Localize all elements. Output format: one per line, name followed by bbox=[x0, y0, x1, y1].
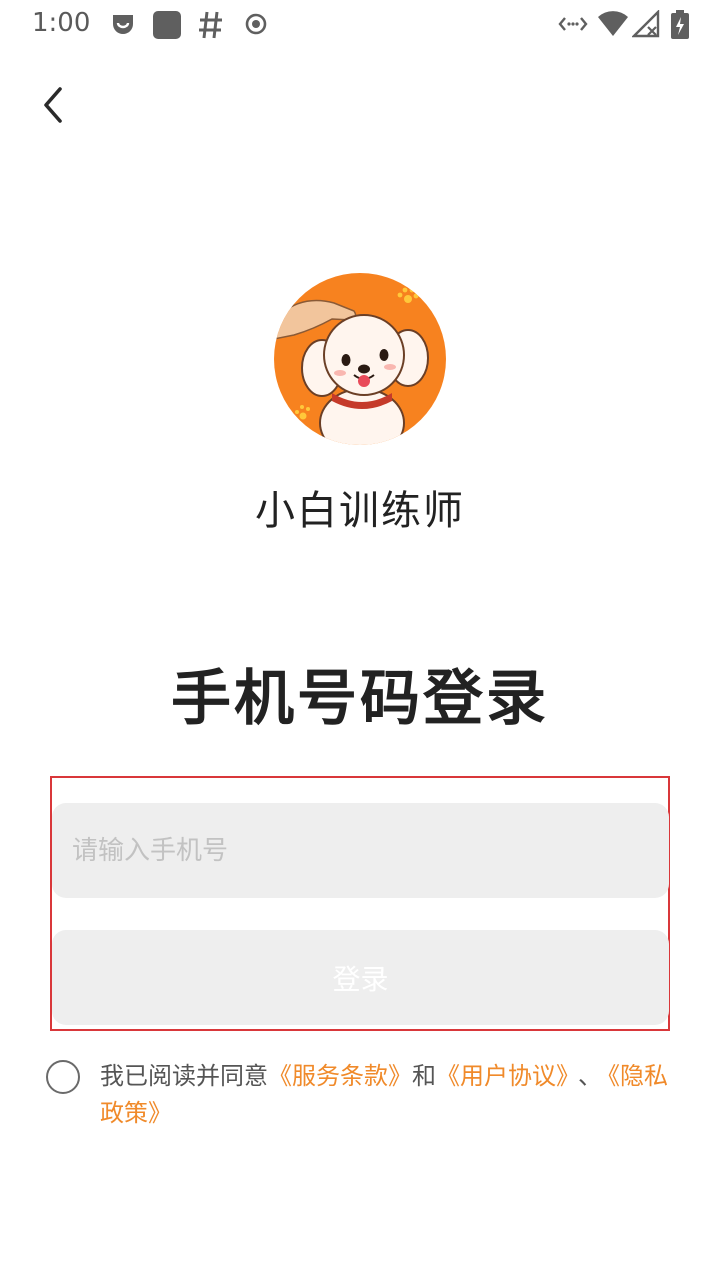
user-agreement-link[interactable]: 《用户协议》 bbox=[436, 1062, 568, 1090]
signal-icon bbox=[632, 10, 660, 38]
page-title: 手机号码登录 bbox=[171, 664, 549, 734]
wifi-icon bbox=[598, 11, 628, 36]
login-screen: 1:00 小白训练师 手机号码登录 请输入手机号 登录 我已阅读并同意《服务条款… bbox=[0, 0, 720, 1280]
data-sync-icon bbox=[558, 17, 588, 31]
battery-icon bbox=[671, 10, 689, 39]
agreement-separator: 、 bbox=[578, 1062, 602, 1090]
agreement-prefix: 我已阅读并同意 bbox=[100, 1062, 268, 1090]
status-time: 1:00 bbox=[32, 8, 91, 38]
app-logo bbox=[274, 273, 446, 445]
login-button[interactable]: 登录 bbox=[52, 930, 669, 1025]
hash-icon bbox=[199, 11, 222, 39]
terms-of-service-link[interactable]: 《服务条款》 bbox=[268, 1062, 412, 1090]
app-name: 小白训练师 bbox=[255, 488, 465, 534]
notification-app-icon bbox=[113, 15, 133, 34]
agreement-radio[interactable] bbox=[46, 1060, 80, 1094]
status-bar: 1:00 bbox=[0, 0, 720, 50]
chevron-left-icon bbox=[44, 87, 62, 123]
phone-number-input[interactable] bbox=[52, 803, 669, 898]
agreement-text: 我已阅读并同意《服务条款》和《用户协议》、《隐私政策》 bbox=[100, 1058, 680, 1132]
square-app-icon bbox=[153, 11, 181, 39]
agreement-and: 和 bbox=[412, 1062, 436, 1090]
back-button[interactable] bbox=[26, 78, 80, 132]
record-icon bbox=[245, 13, 267, 35]
